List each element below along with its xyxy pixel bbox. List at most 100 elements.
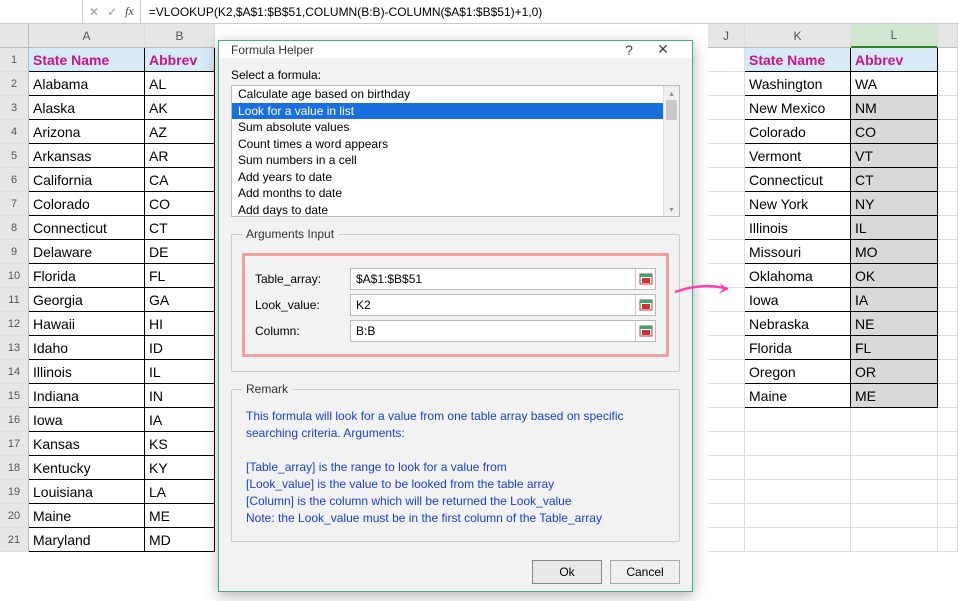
cell[interactable]: [851, 504, 938, 528]
cell[interactable]: [851, 528, 938, 552]
cell[interactable]: Georgia: [29, 288, 145, 312]
cell[interactable]: Washington: [745, 72, 851, 96]
cell[interactable]: [745, 528, 851, 552]
cell[interactable]: MD: [145, 528, 215, 552]
cell[interactable]: Florida: [745, 336, 851, 360]
cell[interactable]: FL: [145, 264, 215, 288]
formula-list-item[interactable]: Add months to date: [232, 185, 679, 202]
cell[interactable]: [851, 408, 938, 432]
cell[interactable]: [745, 432, 851, 456]
row-header[interactable]: 21: [0, 528, 29, 552]
cancel-formula-icon[interactable]: ✕: [89, 5, 99, 19]
cell[interactable]: NE: [851, 312, 938, 336]
cell[interactable]: Idaho: [29, 336, 145, 360]
column-header[interactable]: K: [745, 24, 851, 48]
accept-formula-icon[interactable]: ✓: [107, 5, 117, 19]
row-header[interactable]: 1: [0, 48, 29, 72]
cell[interactable]: [938, 168, 958, 192]
ref-picker-icon[interactable]: [635, 269, 655, 289]
cell[interactable]: [745, 456, 851, 480]
dialog-titlebar[interactable]: Formula Helper ? ✕: [219, 41, 692, 58]
cell[interactable]: [745, 504, 851, 528]
row-header[interactable]: 16: [0, 408, 29, 432]
cell[interactable]: [708, 408, 745, 432]
cell[interactable]: [851, 456, 938, 480]
cell[interactable]: MO: [851, 240, 938, 264]
cell[interactable]: [938, 360, 958, 384]
cell[interactable]: DE: [145, 240, 215, 264]
cell[interactable]: AL: [145, 72, 215, 96]
listbox-scrollbar[interactable]: ▴ ▾: [663, 86, 679, 216]
row-header[interactable]: 7: [0, 192, 29, 216]
cell[interactable]: [938, 72, 958, 96]
cell[interactable]: [708, 240, 745, 264]
cell[interactable]: IL: [851, 216, 938, 240]
cell[interactable]: IA: [145, 408, 215, 432]
cell[interactable]: [938, 144, 958, 168]
formula-list-item[interactable]: Calculate age based on birthday: [232, 86, 679, 103]
cell[interactable]: IN: [145, 384, 215, 408]
cell[interactable]: Oregon: [745, 360, 851, 384]
row-header[interactable]: 2: [0, 72, 29, 96]
formula-list-item[interactable]: Sum numbers in a cell: [232, 152, 679, 169]
fx-icon[interactable]: fx: [125, 4, 134, 19]
cell[interactable]: Oklahoma: [745, 264, 851, 288]
select-all-corner[interactable]: [0, 24, 29, 48]
cell[interactable]: Colorado: [29, 192, 145, 216]
cell[interactable]: AR: [145, 144, 215, 168]
row-header[interactable]: 17: [0, 432, 29, 456]
formula-input[interactable]: =VLOOKUP(K2,$A$1:$B$51,COLUMN(B:B)-COLUM…: [141, 5, 959, 19]
cell[interactable]: [708, 336, 745, 360]
help-button[interactable]: ?: [612, 42, 646, 58]
table-array-field[interactable]: [351, 269, 635, 289]
column-input[interactable]: [350, 320, 656, 342]
look-value-field[interactable]: [351, 295, 635, 315]
cell[interactable]: [708, 528, 745, 552]
ref-picker-icon[interactable]: [635, 295, 655, 315]
row-header[interactable]: 9: [0, 240, 29, 264]
formula-list-item[interactable]: Add days to date: [232, 202, 679, 218]
cell[interactable]: [745, 408, 851, 432]
cell[interactable]: [938, 528, 958, 552]
cell[interactable]: CT: [851, 168, 938, 192]
cell[interactable]: Florida: [29, 264, 145, 288]
cell[interactable]: California: [29, 168, 145, 192]
cell[interactable]: ID: [145, 336, 215, 360]
cell[interactable]: [708, 504, 745, 528]
column-header[interactable]: J: [708, 24, 745, 48]
cell[interactable]: IA: [851, 288, 938, 312]
cell[interactable]: [708, 432, 745, 456]
cell[interactable]: [708, 480, 745, 504]
cell[interactable]: [708, 456, 745, 480]
ref-picker-icon[interactable]: [635, 321, 655, 341]
row-header[interactable]: 8: [0, 216, 29, 240]
cell[interactable]: HI: [145, 312, 215, 336]
cell[interactable]: [708, 48, 745, 72]
row-header[interactable]: 11: [0, 288, 29, 312]
cell[interactable]: VT: [851, 144, 938, 168]
cell[interactable]: [745, 480, 851, 504]
cell[interactable]: Connecticut: [29, 216, 145, 240]
cell[interactable]: AZ: [145, 120, 215, 144]
ok-button[interactable]: Ok: [532, 560, 602, 584]
cell[interactable]: [938, 120, 958, 144]
table-header[interactable]: State Name: [29, 48, 145, 72]
row-header[interactable]: 12: [0, 312, 29, 336]
column-header[interactable]: [938, 24, 958, 48]
cell[interactable]: [708, 384, 745, 408]
cell[interactable]: ME: [145, 504, 215, 528]
cell[interactable]: KS: [145, 432, 215, 456]
cell[interactable]: Alaska: [29, 96, 145, 120]
cell[interactable]: [851, 480, 938, 504]
row-header[interactable]: 14: [0, 360, 29, 384]
cell[interactable]: OK: [851, 264, 938, 288]
table-header[interactable]: Abbrev: [145, 48, 215, 72]
cell[interactable]: GA: [145, 288, 215, 312]
cell[interactable]: Iowa: [29, 408, 145, 432]
cell[interactable]: Maryland: [29, 528, 145, 552]
scroll-up-icon[interactable]: ▴: [664, 86, 679, 100]
cell[interactable]: [938, 480, 958, 504]
cell[interactable]: [708, 192, 745, 216]
cell[interactable]: AK: [145, 96, 215, 120]
cell[interactable]: Illinois: [745, 216, 851, 240]
